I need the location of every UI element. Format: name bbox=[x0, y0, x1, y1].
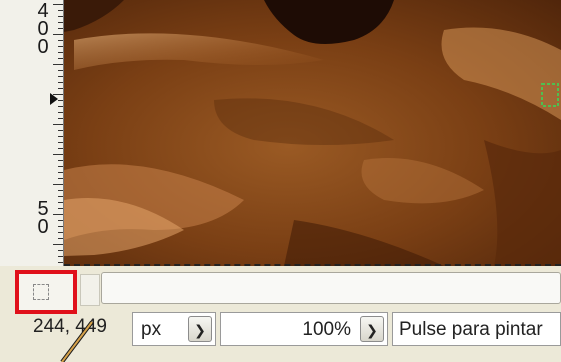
ruler-tick bbox=[58, 52, 63, 53]
ruler-tick bbox=[58, 40, 63, 41]
ruler-tick bbox=[58, 148, 63, 149]
status-bar: 244, 449 px ❯ 100% ❯ Pulse para pintar bbox=[0, 306, 561, 362]
ruler-tick bbox=[53, 214, 63, 215]
ruler-tick bbox=[53, 154, 63, 155]
status-message: Pulse para pintar bbox=[392, 312, 561, 346]
ruler-tick bbox=[58, 208, 63, 209]
navigate-icon bbox=[33, 284, 49, 300]
ruler-tick bbox=[58, 136, 63, 137]
ruler-tick bbox=[58, 238, 63, 239]
ruler-tick bbox=[58, 58, 63, 59]
ruler-digit: 0 bbox=[37, 216, 49, 238]
ruler-digit: 0 bbox=[37, 36, 49, 58]
ruler-tick bbox=[58, 262, 63, 263]
ruler-tick bbox=[58, 22, 63, 23]
ruler-tick bbox=[53, 124, 63, 125]
horizontal-scrollbar[interactable] bbox=[101, 272, 561, 304]
ruler-tick bbox=[58, 16, 63, 17]
ruler-tick bbox=[58, 202, 63, 203]
ruler-tick bbox=[58, 70, 63, 71]
ruler-position-marker bbox=[50, 93, 58, 105]
ruler-tick bbox=[58, 118, 63, 119]
zoom-select[interactable]: 100% ❯ bbox=[220, 312, 388, 346]
chevron-down-icon[interactable]: ❯ bbox=[188, 316, 212, 342]
ruler-tick bbox=[58, 232, 63, 233]
ruler-tick bbox=[58, 28, 63, 29]
ruler-tick bbox=[58, 226, 63, 227]
ruler-label-top: 4 0 0 bbox=[36, 1, 50, 58]
ruler-label-bottom: 5 0 bbox=[36, 199, 50, 238]
ruler-tick bbox=[58, 76, 63, 77]
ruler-tick bbox=[53, 244, 63, 245]
ruler-tick bbox=[58, 82, 63, 83]
ruler-tick bbox=[58, 106, 63, 107]
ruler-tick bbox=[58, 256, 63, 257]
image-canvas[interactable] bbox=[64, 0, 561, 266]
ruler-tick bbox=[58, 172, 63, 173]
horizontal-scroll-area bbox=[0, 266, 561, 314]
vertical-ruler[interactable]: 4 0 0 5 0 bbox=[0, 0, 64, 266]
ruler-tick bbox=[58, 160, 63, 161]
ruler-tick bbox=[58, 100, 63, 101]
ruler-tick bbox=[53, 184, 63, 185]
ruler-tick bbox=[58, 112, 63, 113]
chevron-down-icon[interactable]: ❯ bbox=[360, 316, 384, 342]
ruler-tick bbox=[58, 88, 63, 89]
ruler-tick bbox=[58, 130, 63, 131]
ruler-ticks bbox=[51, 0, 63, 266]
ruler-tick bbox=[58, 196, 63, 197]
ruler-tick bbox=[58, 46, 63, 47]
ruler-tick bbox=[58, 178, 63, 179]
pointer-coordinates: 244, 449 bbox=[33, 316, 107, 337]
status-message-text: Pulse para pintar bbox=[399, 319, 543, 340]
scroll-spacer bbox=[80, 274, 100, 306]
ruler-tick bbox=[58, 166, 63, 167]
ruler-tick bbox=[58, 250, 63, 251]
ruler-tick bbox=[58, 142, 63, 143]
navigate-button[interactable] bbox=[15, 270, 77, 314]
ruler-tick bbox=[58, 190, 63, 191]
ruler-tick bbox=[58, 10, 63, 11]
ruler-tick bbox=[53, 34, 63, 35]
zoom-value: 100% bbox=[302, 319, 351, 340]
ruler-tick bbox=[53, 64, 63, 65]
ruler-tick bbox=[53, 4, 63, 5]
unit-value: px bbox=[141, 319, 162, 340]
canvas-image bbox=[64, 0, 561, 266]
ruler-tick bbox=[58, 220, 63, 221]
unit-select[interactable]: px ❯ bbox=[132, 312, 216, 346]
